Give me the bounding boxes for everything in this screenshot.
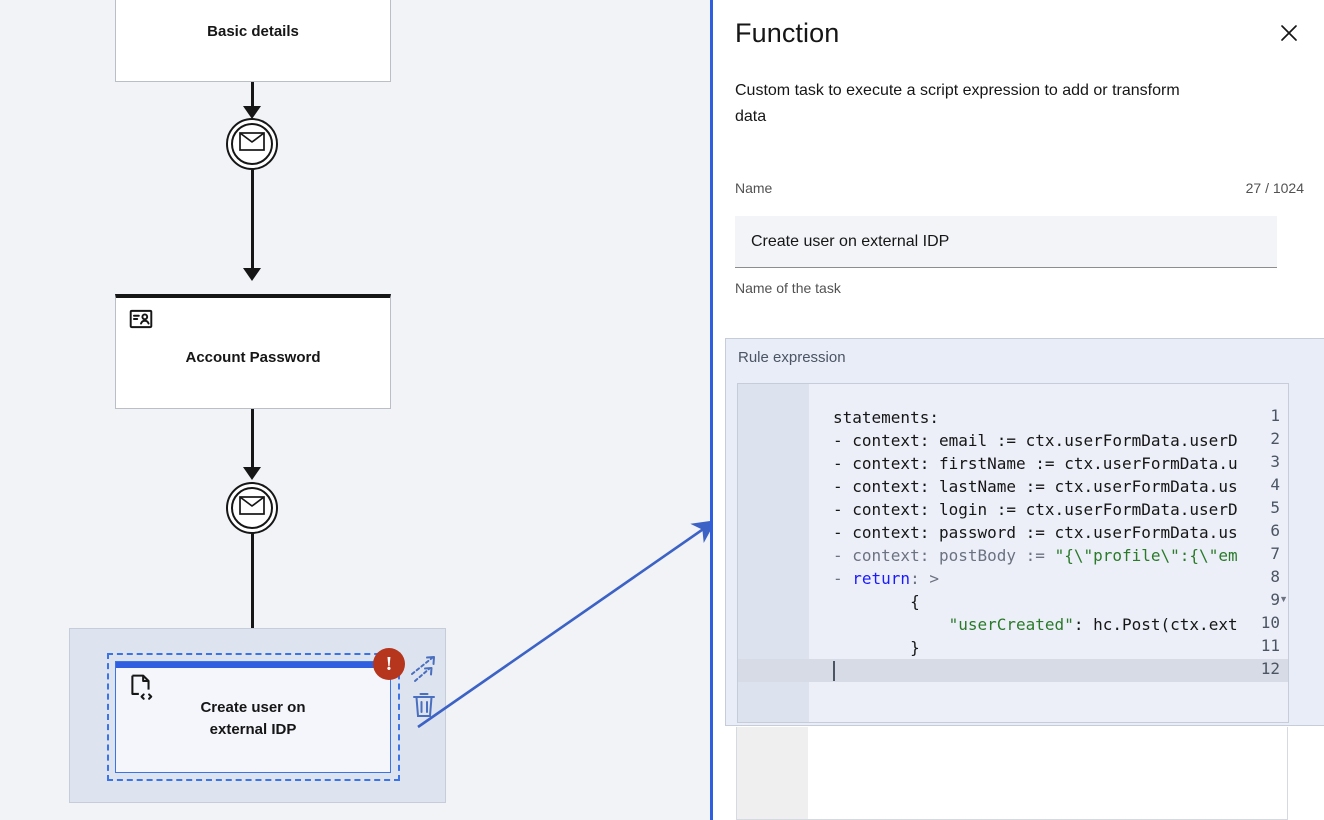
- user-task-icon: [128, 306, 154, 332]
- code-line: - context: firstName := ctx.userFormData…: [833, 454, 1238, 473]
- code-line: }: [833, 638, 920, 657]
- connector-2: [251, 170, 254, 270]
- node-label-create-user-line2: external IDP: [209, 721, 297, 738]
- node-label-create-user-line1: Create user on: [200, 699, 306, 716]
- editor-code-area[interactable]: statements: - context: email := ctx.user…: [809, 384, 1288, 722]
- rule-expression-label: Rule expression: [738, 349, 846, 366]
- error-badge[interactable]: !: [373, 648, 405, 680]
- secondary-editor-gutter: [737, 727, 808, 819]
- code-line: {: [833, 592, 920, 611]
- code-line: - context: lastName := ctx.userFormData.…: [833, 477, 1238, 496]
- rule-expression-editor[interactable]: 1 2 3 4 5 6 7 8 9 ▼ 10 11 12 statements:…: [737, 383, 1289, 723]
- name-input[interactable]: [735, 216, 1277, 268]
- secondary-editor-area[interactable]: [736, 727, 1288, 820]
- code-line: "userCreated": hc.Post(ctx.ext: [948, 615, 1238, 634]
- envelope-icon: [239, 496, 265, 520]
- delete-icon[interactable]: [410, 690, 438, 725]
- function-details-panel: Function Custom task to execute a script…: [710, 0, 1324, 820]
- rule-expression-section: Rule expression 1 2 3 4 5 6 7 8 9 ▼ 10 1…: [725, 338, 1324, 726]
- node-accent-bar: [116, 662, 390, 668]
- code-line: - context: login := ctx.userFormData.use…: [833, 500, 1238, 519]
- panel-description: Custom task to execute a script expressi…: [735, 82, 1180, 125]
- code-line: - context: postBody := "{\"profile\":{\"…: [833, 546, 1238, 565]
- name-field-label: Name: [735, 180, 773, 196]
- node-basic-details[interactable]: Basic details: [115, 0, 391, 82]
- node-label-basic-details: Basic details: [207, 23, 299, 40]
- message-event-1[interactable]: [226, 118, 278, 170]
- connector-2-arrow: [243, 268, 261, 281]
- name-field-counter: 27 / 1024: [1245, 180, 1304, 196]
- code-line: - context: password := ctx.userFormData.…: [833, 523, 1238, 542]
- workflow-canvas[interactable]: Basic details Account Password Create us…: [0, 0, 710, 820]
- code-line: statements:: [833, 408, 939, 427]
- envelope-icon: [239, 132, 265, 156]
- close-icon[interactable]: [1272, 16, 1306, 50]
- node-create-user[interactable]: Create user on external IDP: [115, 661, 391, 773]
- code-line: - context: email := ctx.userFormData.use…: [833, 431, 1238, 450]
- message-event-2[interactable]: [226, 482, 278, 534]
- code-line: - return: >: [833, 569, 939, 588]
- connector-3-arrow: [243, 467, 261, 480]
- connector-3: [251, 409, 254, 469]
- script-task-icon: [128, 674, 154, 700]
- node-account-password[interactable]: Account Password: [115, 294, 391, 409]
- name-field-helper: Name of the task: [735, 280, 841, 296]
- connect-icon[interactable]: [408, 652, 442, 691]
- node-label-account-password: Account Password: [185, 349, 321, 366]
- panel-title: Function: [735, 18, 840, 48]
- app-root: Basic details Account Password Create us…: [0, 0, 1324, 820]
